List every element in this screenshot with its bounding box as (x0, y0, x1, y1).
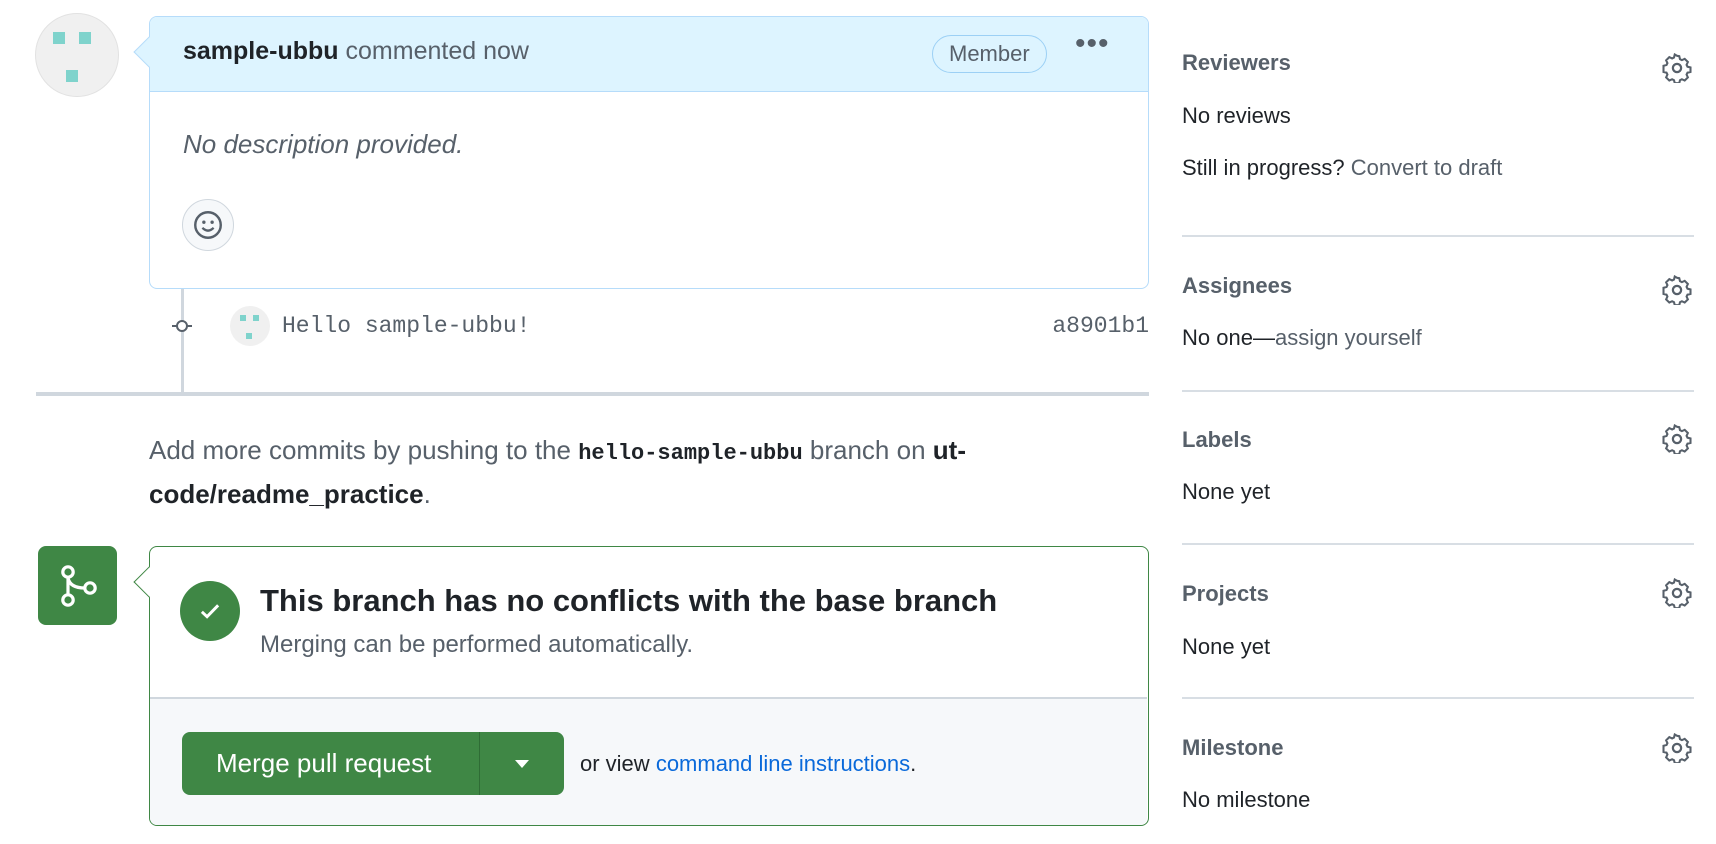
author-avatar[interactable] (35, 13, 119, 97)
sidebar-divider (1182, 697, 1694, 699)
comment-box: sample-ubbu commented now Member ••• No … (133, 16, 1149, 289)
branch-name: hello-sample-ubbu (578, 441, 803, 466)
merge-status-title: This branch has no conflicts with the ba… (260, 583, 998, 618)
assignees-heading[interactable]: Assignees (1182, 273, 1694, 299)
projects-gear-icon[interactable] (1662, 578, 1692, 608)
reviewers-value: No reviews (1182, 103, 1291, 128)
git-merge-icon (60, 564, 97, 607)
merge-button-group: Merge pull request (182, 732, 564, 795)
comment-action: commented now (345, 37, 529, 65)
reviewers-heading[interactable]: Reviewers (1182, 50, 1694, 76)
caret-down-icon (515, 759, 529, 768)
command-line-instructions-link[interactable]: command line instructions (656, 751, 910, 776)
check-circle-icon (180, 581, 240, 641)
milestone-heading[interactable]: Milestone (1182, 735, 1694, 761)
smiley-icon (194, 211, 222, 239)
labels-heading[interactable]: Labels (1182, 427, 1694, 453)
assign-yourself-link[interactable]: assign yourself (1275, 325, 1422, 350)
commit-author-avatar[interactable] (230, 306, 270, 346)
add-reaction-button[interactable] (182, 199, 234, 251)
sidebar-divider (1182, 390, 1694, 392)
merge-pull-request-button[interactable]: Merge pull request (182, 732, 480, 795)
commit-icon (172, 320, 192, 332)
merge-options-dropdown[interactable] (480, 732, 564, 795)
commit-sha[interactable]: a8901b1 (1052, 313, 1149, 339)
merge-icon-badge (38, 546, 117, 625)
timeline-divider (36, 392, 1149, 396)
comment-header: sample-ubbu commented now Member ••• (133, 17, 1148, 92)
reviewers-gear-icon[interactable] (1662, 53, 1692, 83)
milestone-value: No milestone (1182, 787, 1311, 812)
assignees-gear-icon[interactable] (1662, 275, 1692, 305)
member-badge: Member (932, 35, 1047, 73)
timeline-line (181, 289, 184, 394)
labels-gear-icon[interactable] (1662, 424, 1692, 454)
projects-heading[interactable]: Projects (1182, 581, 1694, 607)
merge-status-subtitle: Merging can be performed automatically. (260, 631, 694, 658)
comment-author[interactable]: sample-ubbu (183, 37, 339, 65)
convert-to-draft-link[interactable]: Convert to draft (1351, 155, 1503, 180)
comment-body: No description provided. (183, 129, 464, 159)
merge-box: This branch has no conflicts with the ba… (133, 546, 1149, 826)
labels-value: None yet (1182, 479, 1271, 504)
sidebar-divider (1182, 235, 1694, 237)
push-hint: Add more commits by pushing to the hello… (149, 435, 966, 509)
projects-value: None yet (1182, 634, 1271, 659)
milestone-gear-icon[interactable] (1662, 733, 1692, 763)
sidebar-divider (1182, 543, 1694, 545)
merge-footer: Merge pull request or view command line … (150, 697, 1147, 825)
commit-message[interactable]: Hello sample-ubbu! (282, 313, 530, 339)
more-options-icon[interactable]: ••• (1075, 27, 1110, 61)
